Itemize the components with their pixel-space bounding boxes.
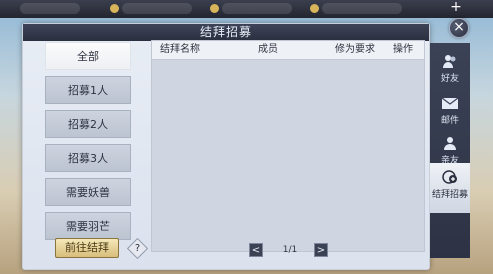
side-tab-bar: 好友 邮件 亲友 结拜招募 [430, 43, 470, 258]
col-action: 操作 [393, 44, 413, 55]
gem-icon [310, 4, 319, 13]
resource-slot [322, 3, 402, 14]
col-cultivation-req: 修为要求 [335, 44, 375, 55]
table-header: 结拜名称 成员 修为要求 操作 [152, 41, 424, 60]
recruit-table: 结拜名称 成员 修为要求 操作 [151, 40, 425, 252]
go-sworn-button[interactable]: 前往结拜 [55, 238, 119, 258]
recruit-panel: 结拜招募 全部 招募1人 招募2人 招募3人 需要妖兽 需要羽芒 结拜名称 成员… [22, 23, 430, 270]
sworn-recruit-icon [442, 170, 457, 184]
help-button[interactable]: ? [126, 237, 149, 260]
category-need-yumang[interactable]: 需要羽芒 [45, 212, 131, 240]
mail-icon [441, 97, 459, 109]
resource-slot [122, 3, 192, 14]
question-icon: ? [134, 243, 141, 254]
tab-label: 好友 [440, 74, 459, 84]
coin-icon [210, 4, 219, 13]
page-indicator: 1/1 [282, 245, 298, 255]
category-recruit-2[interactable]: 招募2人 [45, 110, 131, 138]
category-recruit-1[interactable]: 招募1人 [45, 76, 131, 104]
tab-label: 结拜招募 [431, 190, 468, 200]
resource-slot [222, 3, 292, 14]
tab-label: 邮件 [440, 116, 459, 126]
tab-sworn-recruit[interactable]: 结拜招募 [430, 163, 470, 213]
col-name: 结拜名称 [160, 44, 200, 55]
col-members: 成员 [258, 44, 278, 55]
category-list: 全部 招募1人 招募2人 招募3人 需要妖兽 需要羽芒 [45, 38, 131, 252]
friends-icon [443, 55, 456, 68]
top-resource-bar: + [0, 0, 493, 18]
tab-friends[interactable]: 好友 [430, 47, 470, 93]
next-page-button[interactable]: > [314, 243, 328, 257]
category-recruit-3[interactable]: 招募3人 [45, 144, 131, 172]
category-need-beast[interactable]: 需要妖兽 [45, 178, 131, 206]
category-all[interactable]: 全部 [45, 42, 131, 70]
kin-icon [444, 137, 456, 150]
resource-slot [20, 3, 80, 14]
gold-icon [110, 4, 119, 13]
prev-page-button[interactable]: < [249, 243, 263, 257]
add-resource-button[interactable]: + [449, 0, 463, 14]
close-button[interactable]: × [449, 18, 469, 38]
